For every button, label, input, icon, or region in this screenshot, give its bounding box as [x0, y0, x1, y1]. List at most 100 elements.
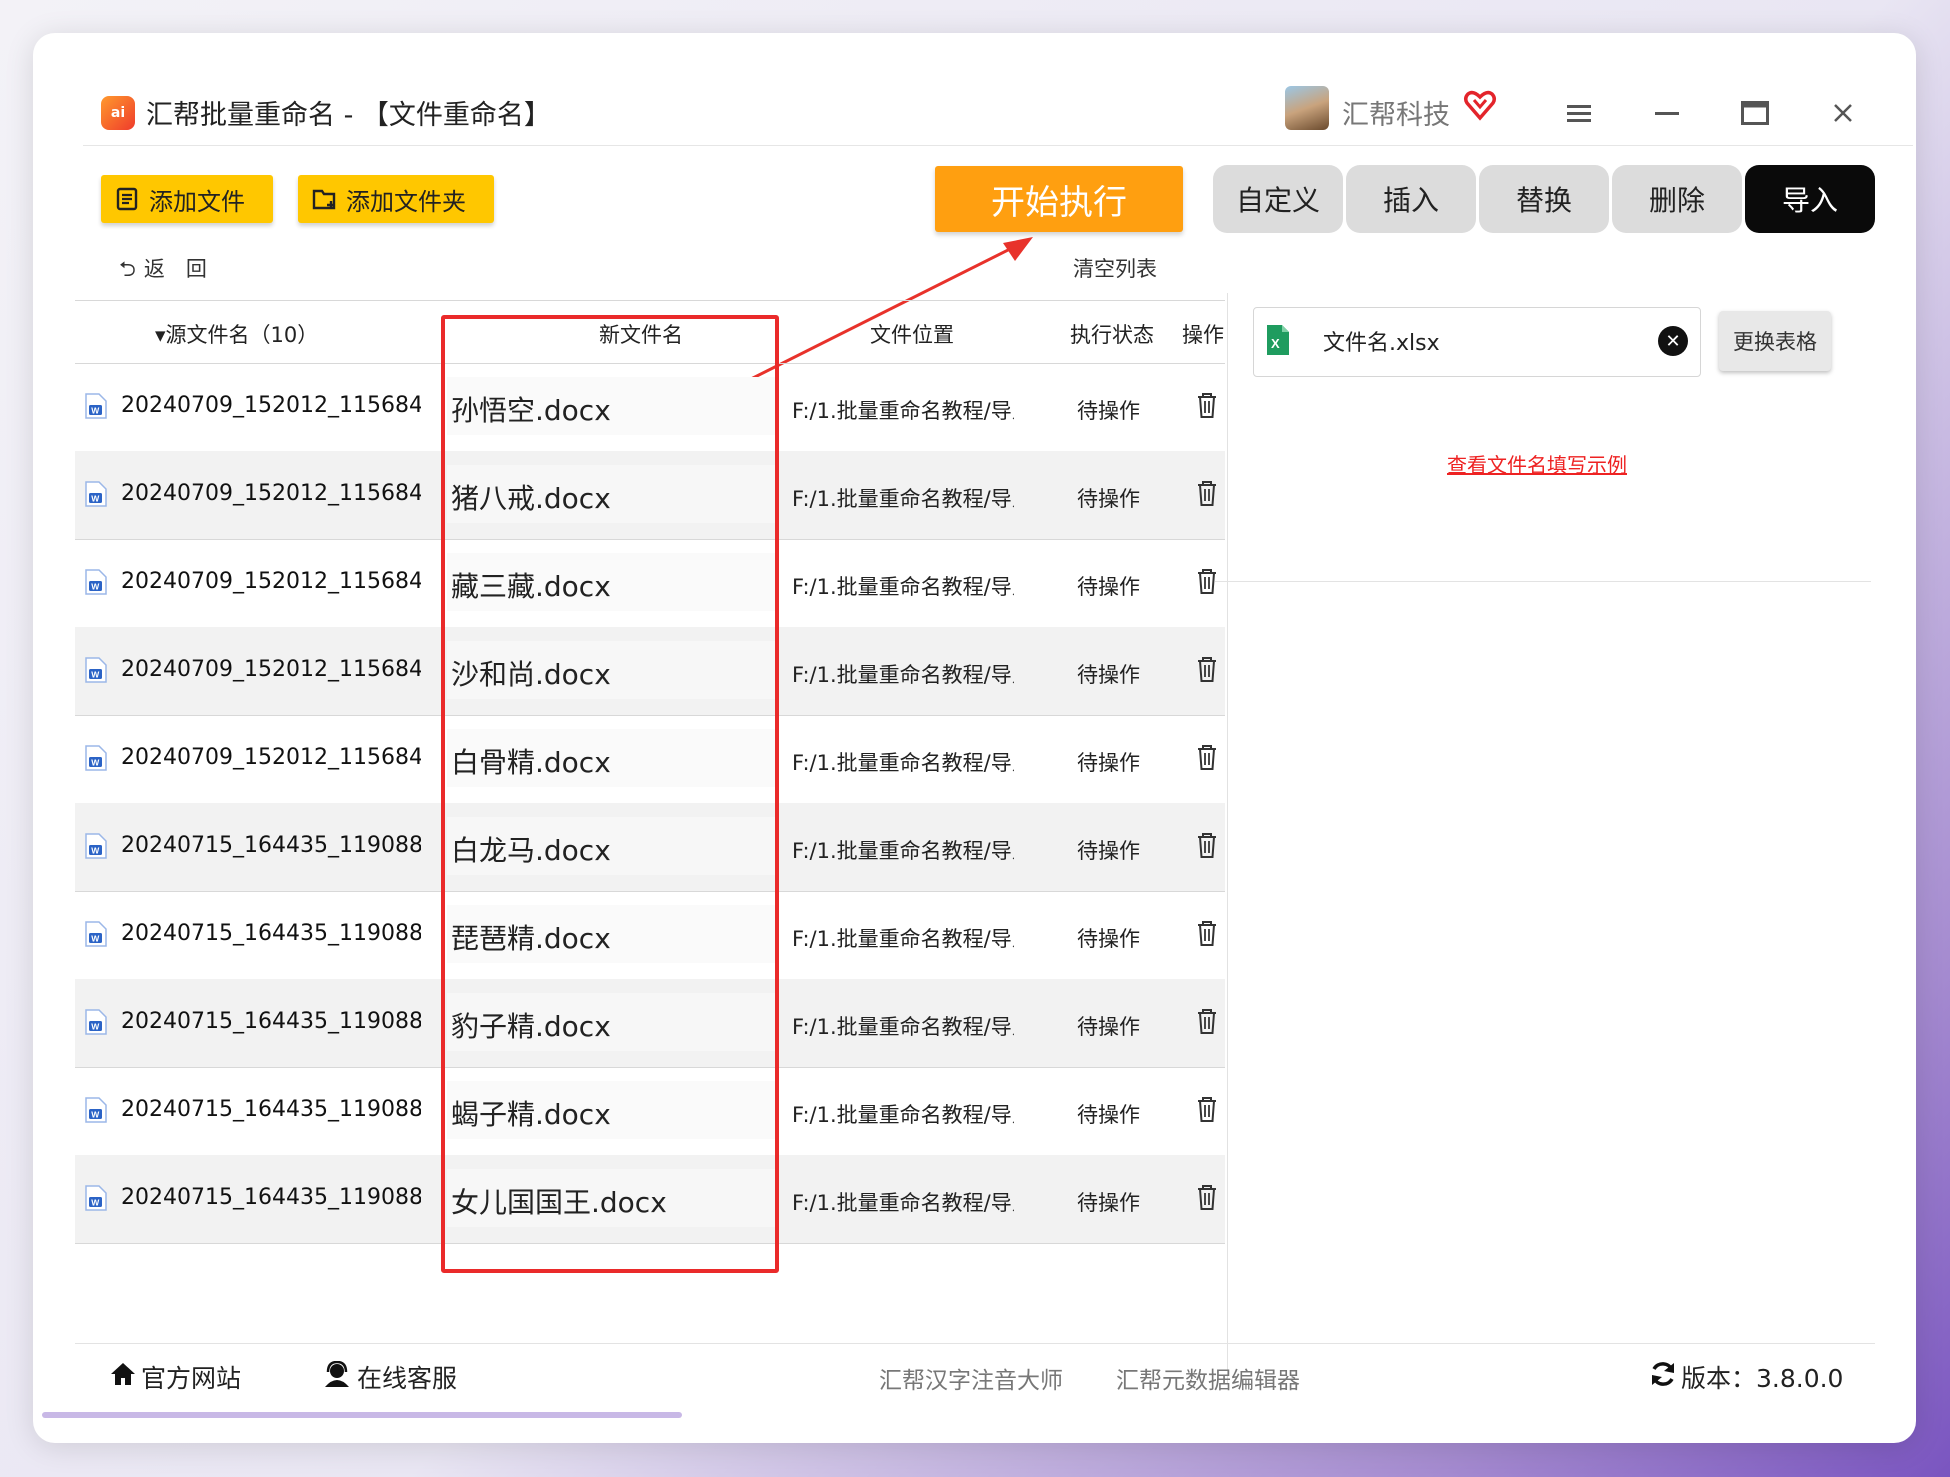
execution-status: 待操作 — [1077, 487, 1140, 511]
add-folder-button[interactable]: 添加文件夹 — [298, 175, 494, 223]
header-status: 执行状态 — [1070, 323, 1154, 347]
word-doc-icon: W — [85, 1009, 107, 1035]
version-info[interactable]: 版本：3.8.0.0 — [1649, 1359, 1843, 1395]
file-location: F:/1.批量重命名教程/导入 — [792, 487, 1014, 511]
back-button[interactable]: ⮌ 返 回 — [119, 253, 207, 290]
clear-list-button[interactable]: 清空列表 — [1073, 253, 1157, 283]
trash-icon[interactable] — [1195, 919, 1219, 947]
tab-custom[interactable]: 自定义 — [1213, 165, 1343, 233]
header-source-name[interactable]: ▾源文件名（10） — [155, 319, 318, 349]
file-location: F:/1.批量重命名教程/导入 — [792, 1191, 1014, 1215]
svg-text:W: W — [91, 494, 100, 504]
maximize-icon[interactable] — [1735, 93, 1775, 133]
user-avatar[interactable] — [1285, 86, 1329, 130]
trash-icon[interactable] — [1195, 391, 1219, 419]
tab-delete[interactable]: 删除 — [1612, 165, 1742, 233]
close-icon[interactable] — [1823, 93, 1863, 133]
word-doc-icon: W — [85, 833, 107, 859]
add-file-label: 添加文件 — [149, 187, 245, 216]
company-name: 汇帮科技 — [1342, 100, 1450, 131]
footer-link-pinyin[interactable]: 汇帮汉字注音大师 — [879, 1361, 1063, 1395]
source-file-name: 20240715_164435_119088861 — [121, 1009, 421, 1034]
svg-text:W: W — [91, 846, 100, 856]
trash-icon[interactable] — [1195, 1095, 1219, 1123]
new-name-highlight-box — [441, 315, 779, 1273]
svg-text:W: W — [91, 934, 100, 944]
excel-file-icon: X — [1265, 323, 1291, 357]
svg-text:W: W — [91, 670, 100, 680]
tab-insert[interactable]: 插入 — [1346, 165, 1476, 233]
trash-icon[interactable] — [1195, 479, 1219, 507]
execution-status: 待操作 — [1077, 839, 1140, 863]
home-icon — [109, 1361, 137, 1393]
replace-table-button[interactable]: 更换表格 — [1719, 311, 1831, 371]
execution-status: 待操作 — [1077, 751, 1140, 775]
execution-status: 待操作 — [1077, 399, 1140, 423]
add-file-button[interactable]: 添加文件 — [101, 175, 273, 223]
menu-icon[interactable] — [1559, 93, 1599, 133]
trash-icon[interactable] — [1195, 1183, 1219, 1211]
svg-text:W: W — [91, 1022, 100, 1032]
right-panel-divider — [1215, 581, 1871, 582]
source-file-name: 20240715_164435_119088861 — [121, 1185, 421, 1210]
execution-status: 待操作 — [1077, 663, 1140, 687]
horizontal-scrollbar[interactable] — [42, 1412, 682, 1418]
word-doc-icon: W — [85, 1097, 107, 1123]
online-support-label: 在线客服 — [357, 1364, 458, 1393]
minimize-icon[interactable] — [1647, 93, 1687, 133]
trash-icon[interactable] — [1195, 831, 1219, 859]
start-execute-button[interactable]: 开始执行 — [935, 166, 1183, 232]
execution-status: 待操作 — [1077, 1103, 1140, 1127]
footer-divider — [75, 1343, 1875, 1344]
online-support-link[interactable]: 在线客服 — [323, 1359, 457, 1395]
file-location: F:/1.批量重命名教程/导入 — [792, 1103, 1014, 1127]
execution-status: 待操作 — [1077, 1191, 1140, 1215]
selected-file-box — [1253, 307, 1701, 377]
trash-icon[interactable] — [1195, 655, 1219, 683]
execution-status: 待操作 — [1077, 927, 1140, 951]
source-file-name: 20240709_152012_115684555 — [121, 745, 421, 770]
word-doc-icon: W — [85, 393, 107, 419]
svg-text:W: W — [91, 1110, 100, 1120]
remove-file-icon[interactable]: ✕ — [1658, 326, 1688, 356]
svg-text:X: X — [1271, 336, 1280, 351]
source-file-name: 20240715_164435_119088861 — [121, 921, 421, 946]
file-location: F:/1.批量重命名教程/导入 — [792, 751, 1014, 775]
file-location: F:/1.批量重命名教程/导入 — [792, 927, 1014, 951]
source-file-name: 20240709_152012_115684555 — [121, 393, 421, 418]
word-doc-icon: W — [85, 481, 107, 507]
vip-heart-icon[interactable] — [1463, 88, 1499, 124]
file-location: F:/1.批量重命名教程/导入 — [792, 399, 1014, 423]
app-logo: ai — [101, 96, 135, 130]
execution-status: 待操作 — [1077, 1015, 1140, 1039]
version-label: 版本：3.8.0.0 — [1681, 1364, 1844, 1393]
file-location: F:/1.批量重命名教程/导入 — [792, 1015, 1014, 1039]
word-doc-icon: W — [85, 657, 107, 683]
header-location: 文件位置 — [870, 323, 954, 347]
word-doc-icon: W — [85, 921, 107, 947]
svg-text:W: W — [91, 582, 100, 592]
support-agent-icon — [323, 1360, 351, 1393]
file-location: F:/1.批量重命名教程/导入 — [792, 575, 1014, 599]
example-link[interactable]: 查看文件名填写示例 — [1447, 449, 1627, 478]
tab-import[interactable]: 导入 — [1745, 165, 1875, 233]
svg-text:W: W — [91, 758, 100, 768]
title-divider — [83, 145, 1913, 146]
official-website-label: 官方网站 — [141, 1364, 242, 1393]
svg-text:W: W — [91, 1198, 100, 1208]
add-folder-label: 添加文件夹 — [346, 187, 466, 216]
window-title: 汇帮批量重命名 - 【文件重命名】 — [146, 100, 551, 131]
selected-file-name: 文件名.xlsx — [1323, 331, 1440, 356]
word-doc-icon: W — [85, 569, 107, 595]
trash-icon[interactable] — [1195, 743, 1219, 771]
source-file-name: 20240715_164435_119088861 — [121, 1097, 421, 1122]
source-file-name: 20240709_152012_115684555 — [121, 657, 421, 682]
back-label: 返 回 — [143, 257, 207, 281]
official-website-link[interactable]: 官方网站 — [109, 1359, 241, 1395]
tab-replace[interactable]: 替换 — [1479, 165, 1609, 233]
header-action: 操作 — [1182, 323, 1224, 347]
trash-icon[interactable] — [1195, 1007, 1219, 1035]
footer-link-metadata[interactable]: 汇帮元数据编辑器 — [1116, 1361, 1300, 1395]
refresh-icon — [1649, 1360, 1677, 1394]
word-doc-icon: W — [85, 745, 107, 771]
